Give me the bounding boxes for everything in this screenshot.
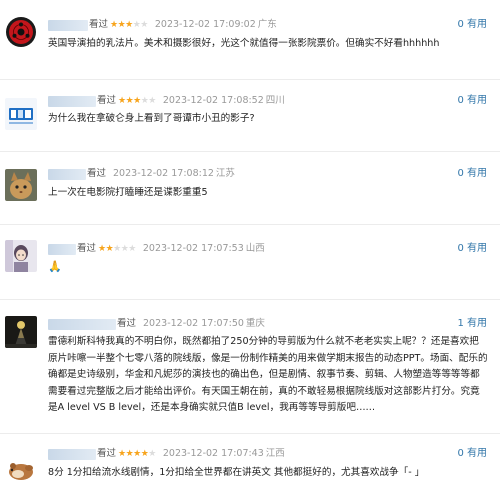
comment-meta: 看过 2023-12-02 17:07:50 重庆 [48,316,265,332]
username-link[interactable] [48,19,88,31]
useful-vote-button[interactable]: 0 有用 [457,446,487,462]
useful-vote-button[interactable]: 0 有用 [457,93,487,109]
comment-location: 江苏 [215,168,235,179]
watched-label: 看过 [117,318,137,329]
username-link[interactable] [48,448,96,460]
username-link[interactable] [48,168,86,180]
comment-text: 8分 1分扣给流水线剧情，1分扣给全世界都在讲英文 其他都挺好的，尤其喜欢战争「… [48,467,425,478]
comment-time: 2023-12-02 17:08:12 [113,168,214,179]
rating-stars: ★★★★★ [110,20,148,30]
hamster-avatar-icon[interactable] [5,453,37,485]
comment-time: 2023-12-02 17:07:50 [143,318,244,329]
divider [0,79,500,80]
rating-stars: ★★★★★ [118,449,156,459]
username-link[interactable] [48,318,116,330]
comment-location: 广东 [257,19,277,30]
divider [0,224,500,225]
watched-label: 看过 [77,243,97,254]
comment-location: 江西 [265,448,285,459]
cat-avatar-icon[interactable] [5,169,37,201]
comment-text: 上一次在电影院打瞌睡还是谍影重重5 [48,187,208,198]
blue-logo-avatar-icon[interactable] [5,98,37,130]
useful-vote-button[interactable]: 0 有用 [457,166,487,182]
divider [0,151,500,152]
comment-text: 为什么我在拿破仑身上看到了哥谭市小丑的影子? [48,113,255,124]
useful-vote-button[interactable]: 1 有用 [457,316,487,332]
comment-meta: 看过 ★★★★★ 2023-12-02 17:07:43 江西 [48,446,285,462]
comment-text: 英国导演拍的乳法片。美术和摄影很好，光这个就值得一张影院票价。但确实不好看hhh… [48,38,440,49]
useful-vote-button[interactable]: 0 有用 [457,241,487,257]
comment-text: 雷德利斯科特我真的不明白你，既然都拍了250分钟的导剪版为什么就不老老实实上呢？… [48,336,488,413]
divider [0,433,500,434]
watched-label: 看过 [87,168,107,179]
comment-meta: 看过 ★★★★★ 2023-12-02 17:09:02 广东 [48,17,277,33]
comment-meta: 看过 ★★★★★ 2023-12-02 17:07:53 山西 [48,241,265,257]
comment-meta: 看过 2023-12-02 17:08:12 江苏 [48,166,235,182]
comment-time: 2023-12-02 17:09:02 [154,19,256,30]
watched-label: 看过 [97,95,117,106]
comment-text: 🙏 [48,260,62,273]
rating-stars: ★★★★★ [98,244,136,254]
username-link[interactable] [48,95,96,107]
comment-location: 山西 [245,243,265,254]
comment-meta: 看过 ★★★★★ 2023-12-02 17:08:52 四川 [48,93,285,109]
character-avatar-icon[interactable] [5,240,37,272]
comment-location: 四川 [265,95,285,106]
rating-stars: ★★★★★ [118,96,156,106]
comment-location: 重庆 [245,318,265,329]
comment-time: 2023-12-02 17:08:52 [162,95,264,106]
useful-vote-button[interactable]: 0 有用 [457,17,487,33]
watched-label: 看过 [89,19,109,30]
dark-figure-avatar-icon[interactable] [5,316,37,348]
watched-label: 看过 [97,448,117,459]
red-sharingan-avatar-icon[interactable] [5,16,37,48]
divider [0,299,500,300]
comment-time: 2023-12-02 17:07:53 [142,243,244,254]
comment-time: 2023-12-02 17:07:43 [162,448,264,459]
username-link[interactable] [48,243,76,255]
